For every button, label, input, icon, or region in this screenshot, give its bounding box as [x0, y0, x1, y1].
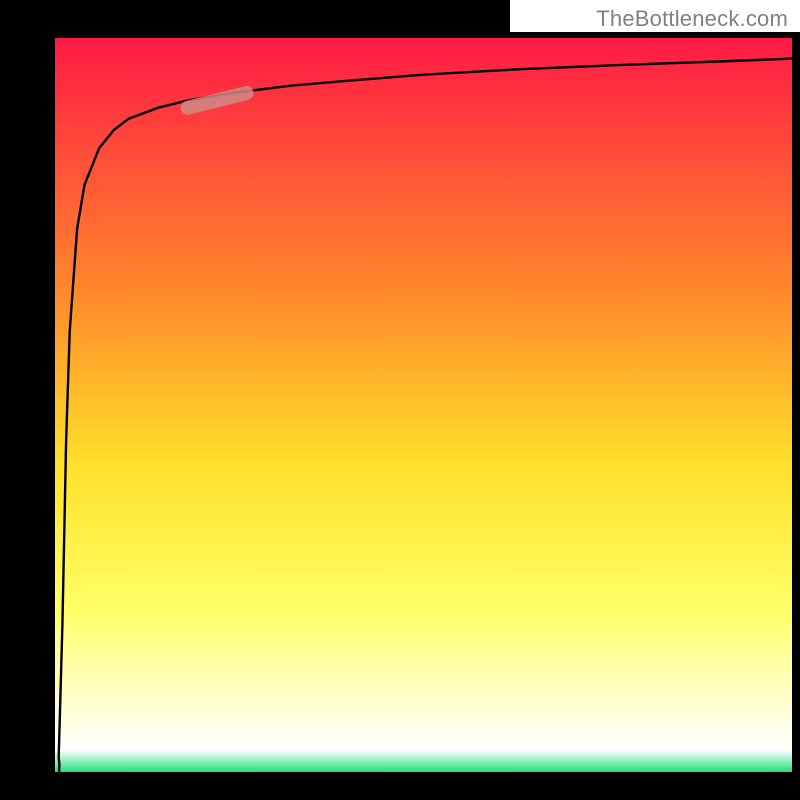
frame-left: [0, 0, 55, 800]
frame-bottom: [0, 772, 800, 800]
plot-background: [55, 38, 792, 772]
frame-right: [792, 0, 800, 800]
watermark-text: TheBottleneck.com: [596, 6, 788, 32]
chart-stage: TheBottleneck.com: [0, 0, 800, 800]
chart-svg: [0, 0, 800, 800]
